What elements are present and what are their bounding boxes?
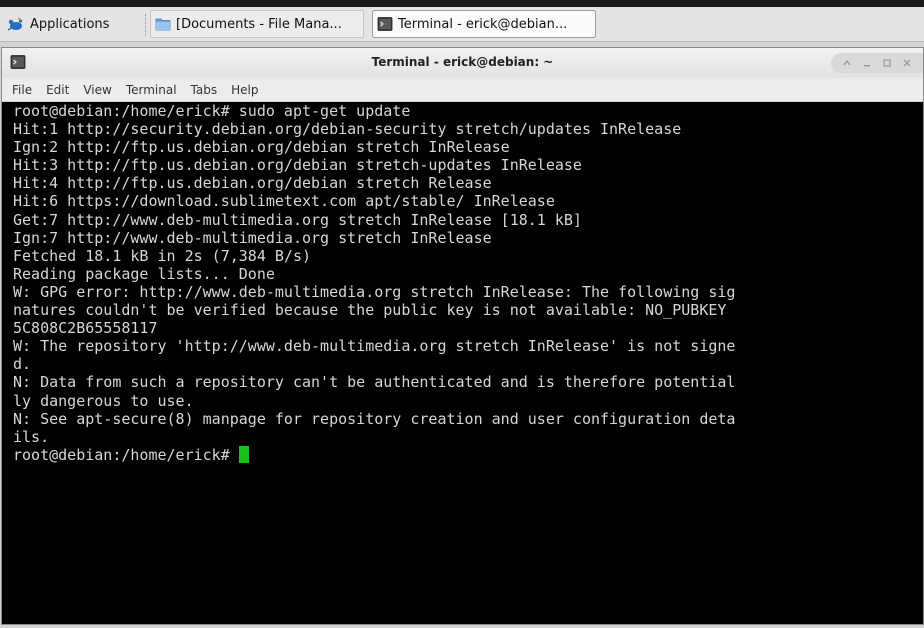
sticky-icon[interactable] xyxy=(838,55,856,71)
folder-icon xyxy=(155,18,171,31)
terminal-line: Hit:6 https://download.sublimetext.com a… xyxy=(13,192,555,211)
menu-terminal[interactable]: Terminal xyxy=(119,83,184,97)
menubar: File Edit View Terminal Tabs Help xyxy=(2,78,923,102)
menu-help[interactable]: Help xyxy=(224,83,265,97)
close-icon[interactable] xyxy=(898,55,916,71)
file-manager-label: [Documents - File Mana... xyxy=(176,16,342,32)
terminal-line: ils. xyxy=(13,427,50,446)
terminal-cursor xyxy=(238,445,249,463)
menu-file[interactable]: File xyxy=(2,83,39,97)
terminal-line: W: GPG error: http://www.deb-multimedia.… xyxy=(13,282,736,301)
terminal-line: natures couldn't be verified because the… xyxy=(13,301,727,320)
terminal-window: Terminal - erick@debian: ~ File Edit Vie… xyxy=(1,47,924,625)
window-title: Terminal - erick@debian: ~ xyxy=(371,55,554,69)
terminal-icon xyxy=(377,17,393,31)
applications-label: Applications xyxy=(30,16,110,32)
window-titlebar[interactable]: Terminal - erick@debian: ~ xyxy=(2,48,923,79)
applications-menu-button[interactable]: Applications xyxy=(3,10,143,38)
terminal-line: root@debian:/home/erick# sudo apt-get up… xyxy=(13,102,411,120)
menu-edit[interactable]: Edit xyxy=(39,83,76,97)
taskbar-terminal-button[interactable]: Terminal - erick@debian... xyxy=(372,10,596,38)
maximize-icon[interactable] xyxy=(878,55,896,71)
terminal-line: 5C808C2B65558117 xyxy=(13,319,158,338)
taskbar: Applications [Documents - File Mana... T… xyxy=(0,0,924,42)
taskbar-file-manager-button[interactable]: [Documents - File Mana... xyxy=(150,10,364,38)
terminal-line: ly dangerous to use. xyxy=(13,391,194,410)
window-controls xyxy=(831,53,923,73)
minimize-icon[interactable] xyxy=(858,55,876,71)
terminal-line: Hit:4 http://ftp.us.debian.org/debian st… xyxy=(13,174,492,193)
xfce-mouse-icon xyxy=(7,17,23,31)
terminal-task-label: Terminal - erick@debian... xyxy=(398,16,568,32)
terminal-prompt: root@debian:/home/erick# xyxy=(13,445,239,464)
terminal-line: Ign:2 http://ftp.us.debian.org/debian st… xyxy=(13,138,510,157)
terminal-line: Fetched 18.1 kB in 2s (7,384 B/s) xyxy=(13,246,312,265)
terminal-line: N: See apt-secure(8) manpage for reposit… xyxy=(13,409,736,428)
terminal-line: d. xyxy=(13,355,32,374)
menu-tabs[interactable]: Tabs xyxy=(184,83,225,97)
terminal-line: Ign:7 http://www.deb-multimedia.org stre… xyxy=(13,228,492,247)
terminal-line: Hit:3 http://ftp.us.debian.org/debian st… xyxy=(13,156,582,175)
terminal-output[interactable]: root@debian:/home/erick# sudo apt-get up… xyxy=(2,102,922,624)
terminal-line: W: The repository 'http://www.deb-multim… xyxy=(13,337,736,356)
terminal-line: N: Data from such a repository can't be … xyxy=(13,373,736,392)
taskbar-separator xyxy=(145,14,148,36)
terminal-line: Get:7 http://www.deb-multimedia.org stre… xyxy=(13,210,582,229)
terminal-prompt-line: root@debian:/home/erick# xyxy=(13,445,922,464)
terminal-line: Reading package lists... Done xyxy=(13,264,275,283)
taskbar-top-strip xyxy=(0,0,924,7)
terminal-line: Hit:1 http://security.debian.org/debian-… xyxy=(13,120,682,139)
menu-view[interactable]: View xyxy=(76,83,118,97)
